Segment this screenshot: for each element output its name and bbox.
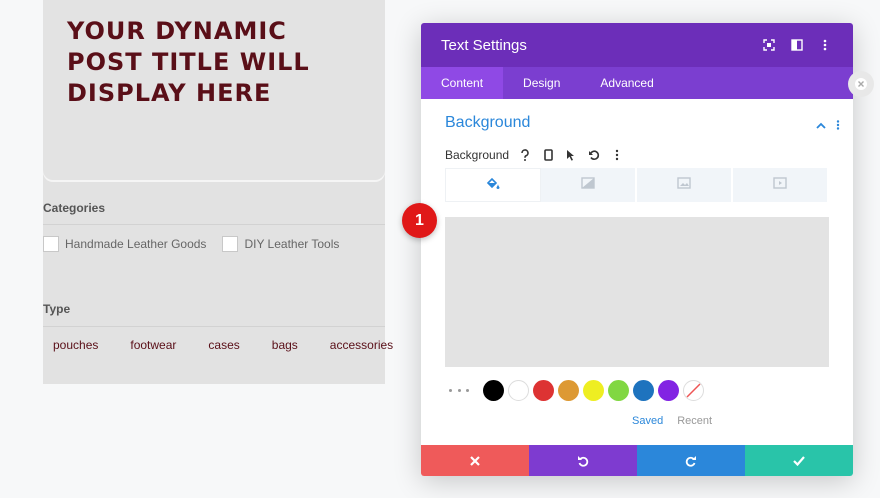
modal-header[interactable]: Text Settings	[421, 23, 853, 67]
background-color-preview[interactable]	[445, 217, 829, 367]
paint-bucket-icon	[486, 176, 500, 194]
help-icon[interactable]	[517, 147, 533, 163]
swatch-red[interactable]	[533, 380, 554, 401]
modal-footer	[421, 445, 853, 476]
mobile-icon[interactable]	[540, 147, 556, 163]
no-color-icon	[686, 383, 701, 398]
background-section-title[interactable]: Background	[445, 114, 530, 132]
cancel-button[interactable]	[421, 445, 529, 476]
background-video-tab[interactable]	[733, 168, 829, 202]
categories-label: Categories	[43, 201, 106, 215]
swatch-clear[interactable]	[683, 380, 704, 401]
tag-bags[interactable]: bags	[262, 338, 308, 352]
saved-colors-tab[interactable]: Saved	[632, 415, 663, 427]
category-checkbox[interactable]	[222, 236, 239, 252]
page-preview: YOUR DYNAMIC POST TITLE WILL DISPLAY HER…	[43, 0, 393, 384]
modal-title: Text Settings	[441, 36, 527, 54]
side-panel-handle[interactable]	[848, 71, 874, 97]
category-label: DIY Leather Tools	[244, 237, 340, 251]
background-color-tab[interactable]	[445, 168, 541, 202]
check-icon	[793, 455, 805, 466]
more-colors-icon[interactable]	[449, 389, 469, 392]
expand-icon[interactable]	[761, 37, 777, 53]
swatch-orange[interactable]	[558, 380, 579, 401]
video-icon	[773, 176, 787, 194]
settings-tabs: Content Design Advanced	[421, 67, 853, 99]
split-view-icon[interactable]	[789, 37, 805, 53]
swatch-blue[interactable]	[633, 380, 654, 401]
step-badge: 1	[402, 203, 437, 238]
cursor-icon[interactable]	[563, 147, 579, 163]
type-tags: pouches footwear cases bags accessories	[43, 338, 415, 352]
categories-list: Handmade Leather Goods DIY Leather Tools	[43, 236, 355, 252]
gradient-icon	[581, 176, 595, 194]
swatch-yellow[interactable]	[583, 380, 604, 401]
chevron-up-icon[interactable]	[816, 117, 826, 135]
reset-icon[interactable]	[586, 147, 602, 163]
background-image-tab[interactable]	[637, 168, 733, 202]
category-item[interactable]: Handmade Leather Goods	[43, 236, 206, 252]
save-button[interactable]	[745, 445, 853, 476]
recent-colors-tab[interactable]: Recent	[677, 415, 712, 427]
tag-pouches[interactable]: pouches	[43, 338, 108, 352]
redo-icon	[685, 455, 696, 467]
background-field-label: Background	[445, 148, 510, 162]
swatch-black[interactable]	[483, 380, 504, 401]
type-label: Type	[43, 302, 71, 316]
close-icon	[470, 455, 480, 466]
category-checkbox[interactable]	[43, 236, 59, 252]
text-settings-modal: Text Settings Content Design Advanced Ba…	[421, 23, 853, 476]
redo-button[interactable]	[637, 445, 745, 476]
post-title-module[interactable]: YOUR DYNAMIC POST TITLE WILL DISPLAY HER…	[43, 0, 385, 180]
close-icon	[855, 78, 867, 90]
color-swatches	[449, 380, 708, 401]
tab-advanced[interactable]: Advanced	[580, 67, 673, 99]
undo-icon	[578, 455, 589, 467]
tab-design[interactable]: Design	[503, 67, 580, 99]
more-vertical-icon[interactable]	[609, 147, 625, 163]
tab-content[interactable]: Content	[421, 67, 504, 99]
post-title: YOUR DYNAMIC POST TITLE WILL DISPLAY HER…	[67, 17, 310, 107]
tag-footwear[interactable]: footwear	[120, 338, 186, 352]
tag-cases[interactable]: cases	[198, 338, 249, 352]
more-vertical-icon[interactable]	[817, 37, 833, 53]
background-field-row: Background	[445, 147, 632, 163]
categories-divider	[43, 224, 385, 225]
swatch-white[interactable]	[508, 380, 529, 401]
background-gradient-tab[interactable]	[541, 168, 637, 202]
image-icon	[677, 176, 691, 194]
more-vertical-icon[interactable]	[836, 117, 840, 135]
undo-button[interactable]	[529, 445, 637, 476]
category-item[interactable]: DIY Leather Tools	[222, 236, 339, 252]
category-label: Handmade Leather Goods	[65, 237, 207, 251]
background-type-tabs	[445, 168, 829, 202]
swatch-green[interactable]	[608, 380, 629, 401]
swatch-purple[interactable]	[658, 380, 679, 401]
tag-accessories[interactable]: accessories	[320, 338, 403, 352]
type-divider	[43, 326, 385, 327]
palette-tabs: Saved Recent	[632, 415, 712, 427]
